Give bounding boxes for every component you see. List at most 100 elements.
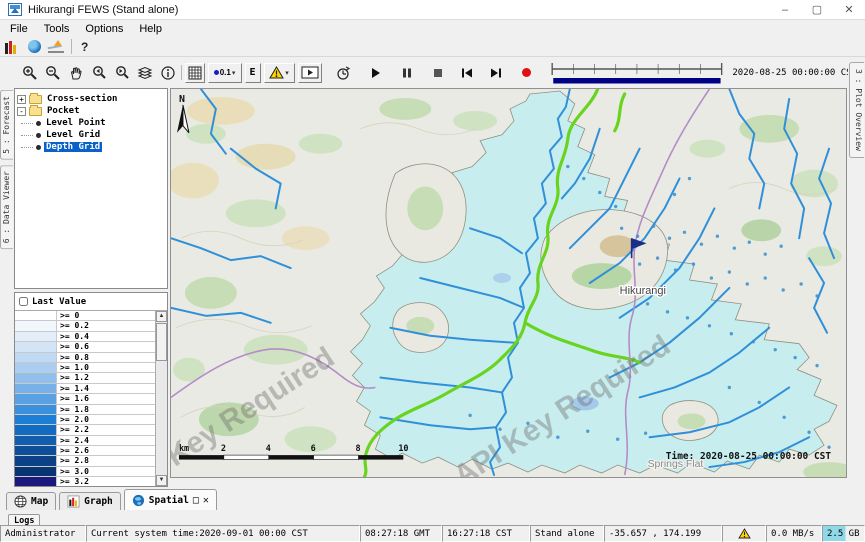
globe-wireframe-icon xyxy=(14,495,27,508)
bar-chart-icon xyxy=(67,495,80,508)
legend-row: >= 1.2 xyxy=(15,373,155,383)
menu-item[interactable]: File xyxy=(2,23,36,35)
status-memory: 2.5 GB xyxy=(822,525,865,542)
ruler-icon: E xyxy=(250,67,256,78)
menu-item[interactable]: Help xyxy=(131,23,170,35)
zoom-previous-icon[interactable] xyxy=(89,63,109,83)
svg-text:10: 10 xyxy=(398,443,408,453)
scroll-up-icon[interactable]: ▲ xyxy=(156,311,167,322)
tree-connector xyxy=(21,135,33,136)
help-icon[interactable]: ? xyxy=(79,40,90,54)
tree-node-label-selected[interactable]: Depth Grid xyxy=(44,142,102,152)
info-icon[interactable] xyxy=(158,63,178,83)
play-button[interactable] xyxy=(366,63,386,83)
tree-node-label[interactable]: Cross-section xyxy=(45,94,119,104)
record-button[interactable] xyxy=(517,63,537,83)
tree-node-depth-grid[interactable]: Depth Grid xyxy=(17,141,165,153)
legend-row: >= 2.2 xyxy=(15,425,155,435)
pan-hand-icon[interactable] xyxy=(66,63,86,83)
tab-graph[interactable]: Graph xyxy=(59,492,121,510)
legend-row: >= 0.6 xyxy=(15,342,155,352)
folder-icon xyxy=(29,95,42,104)
timeseries-display-icon[interactable] xyxy=(48,40,64,53)
status-local-time: 16:27:18 CST xyxy=(442,525,530,542)
animation-delay-icon[interactable] xyxy=(333,63,353,83)
last-value-checkbox[interactable] xyxy=(19,297,28,306)
tree-node-label[interactable]: Level Grid xyxy=(44,130,102,140)
tab-map[interactable]: Map xyxy=(6,492,56,510)
right-tab-strip: 3 : Plot Overview xyxy=(848,60,865,487)
map-display-icon[interactable] xyxy=(28,40,41,53)
globe-icon xyxy=(132,494,145,507)
menu-item[interactable]: Tools xyxy=(36,23,78,35)
close-pane-icon[interactable]: ✕ xyxy=(203,495,209,506)
legend-row: >= 0.2 xyxy=(15,321,155,331)
maximize-icon[interactable]: ▢ xyxy=(801,0,833,19)
chevron-down-icon: ▾ xyxy=(285,69,289,77)
scale-ruler-button[interactable]: E xyxy=(245,63,261,83)
legend-color-swatch xyxy=(15,446,57,455)
expand-icon[interactable]: + xyxy=(17,95,26,104)
left-tab-strip: 5 : Forecast 6 : Data Viewer xyxy=(0,88,14,487)
tab-spatial[interactable]: Spatial □ ✕ xyxy=(124,489,217,510)
town-label: Hikurangi xyxy=(620,285,666,297)
application-window: { "window": { "title": "Hikurangi FEWS (… xyxy=(0,0,865,542)
window-title: Hikurangi FEWS (Stand alone) xyxy=(28,4,178,16)
warning-icon xyxy=(269,66,284,79)
svg-text:6: 6 xyxy=(311,443,316,453)
collapse-icon[interactable]: - xyxy=(17,107,26,116)
legend-row-label: >= 1.6 xyxy=(57,394,155,403)
svg-text:8: 8 xyxy=(355,443,360,453)
database-status-icon[interactable] xyxy=(5,40,21,54)
main-toolbar: ? xyxy=(0,37,865,57)
bullet-icon xyxy=(36,121,41,126)
restore-pane-icon[interactable]: □ xyxy=(193,495,199,506)
tree-node-cross-section[interactable]: + Cross-section xyxy=(17,93,165,105)
legend-row-label: >= 2.8 xyxy=(57,456,155,465)
tab-forecast[interactable]: 5 : Forecast xyxy=(0,90,13,160)
scrollbar-thumb[interactable] xyxy=(156,323,167,361)
tab-plot-overview[interactable]: 3 : Plot Overview xyxy=(849,62,864,158)
legend-row: >= 2.8 xyxy=(15,456,155,466)
toolbar-separator xyxy=(71,39,72,54)
tree-node-level-grid[interactable]: Level Grid xyxy=(17,129,165,141)
status-warning-cell[interactable] xyxy=(722,525,766,542)
interval-dot-icon xyxy=(214,70,219,75)
legend-rows: >= 0 >= 0.2 >= 0.4 xyxy=(15,311,155,486)
tree-node-label[interactable]: Pocket xyxy=(45,106,82,116)
map-viewport[interactable]: API Key Required API Key Required Hikura… xyxy=(170,88,847,478)
stop-button[interactable] xyxy=(428,63,448,83)
tab-data-viewer[interactable]: 6 : Data Viewer xyxy=(0,165,13,249)
tree-node-level-point[interactable]: Level Point xyxy=(17,117,165,129)
scroll-down-icon[interactable]: ▼ xyxy=(156,475,167,486)
grid-display-icon[interactable] xyxy=(185,63,205,83)
time-slider[interactable] xyxy=(550,60,724,86)
minimize-icon[interactable]: – xyxy=(769,0,801,19)
zoom-next-icon[interactable] xyxy=(112,63,132,83)
legend-row-label: >= 1.8 xyxy=(57,405,155,414)
zoom-out-icon[interactable] xyxy=(43,63,63,83)
status-user: Administrator xyxy=(0,525,86,542)
tree-node-pocket[interactable]: - Pocket xyxy=(17,105,165,117)
skip-to-end-button[interactable] xyxy=(486,63,506,83)
animation-movie-button[interactable] xyxy=(298,63,322,83)
legend-row-label: >= 0.2 xyxy=(57,321,155,330)
close-icon[interactable]: ✕ xyxy=(833,0,865,19)
pause-button[interactable] xyxy=(397,63,417,83)
legend-row: >= 3.0 xyxy=(15,467,155,477)
svg-text:N: N xyxy=(179,94,185,105)
window-controls: – ▢ ✕ xyxy=(769,0,865,19)
zoom-in-icon[interactable] xyxy=(20,63,40,83)
thresholds-dropdown[interactable]: ▾ xyxy=(264,63,295,83)
tab-map-label: Map xyxy=(31,496,48,507)
tree-node-label[interactable]: Level Point xyxy=(44,118,108,128)
class-interval-dropdown[interactable]: 0.1 ▾ xyxy=(208,63,242,83)
skip-to-start-button[interactable] xyxy=(457,63,477,83)
svg-text:2: 2 xyxy=(221,443,226,453)
legend-color-swatch xyxy=(15,321,57,330)
document-tab-bar: Map Graph Spatial □ ✕ xyxy=(0,487,865,510)
legend-scrollbar[interactable]: ▲ ▼ xyxy=(155,311,167,486)
layers-icon[interactable] xyxy=(135,63,155,83)
menu-item[interactable]: Options xyxy=(77,23,131,35)
status-mode: Stand alone xyxy=(530,525,604,542)
